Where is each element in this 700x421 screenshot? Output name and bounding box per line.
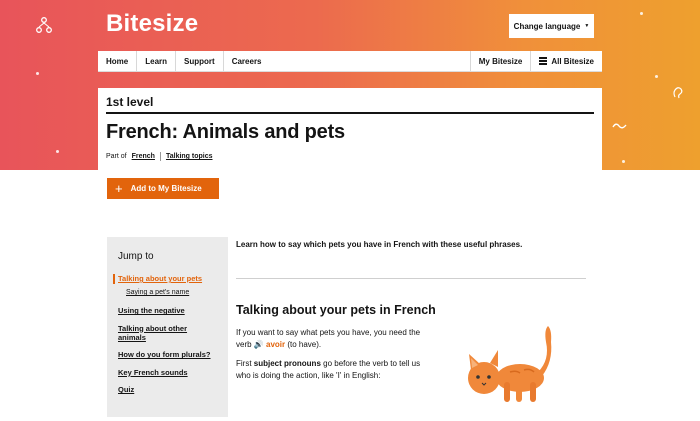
jump-link-saying-a-pets-name[interactable]: Saying a pet's name xyxy=(107,289,228,298)
guide-header: 1st level French: Animals and pets Part … xyxy=(98,88,602,170)
part-of-label: Part of xyxy=(106,153,127,160)
add-to-my-bitesize-button[interactable]: + Add to My Bitesize xyxy=(107,178,219,199)
decor-dot xyxy=(36,72,39,75)
nav-all-bitesize-label: All Bitesize xyxy=(551,56,594,66)
change-language-button[interactable]: Change language ▼ xyxy=(509,14,594,38)
breadcrumb-talking-topics-link[interactable]: Talking topics xyxy=(166,153,213,160)
add-to-my-bitesize-label: Add to My Bitesize xyxy=(130,184,202,193)
jump-link-forming-plurals[interactable]: How do you form plurals? xyxy=(107,350,228,359)
decor-dot xyxy=(622,160,625,163)
orange-cat-illustration xyxy=(468,326,552,402)
section-divider xyxy=(236,278,586,279)
menu-icon xyxy=(539,56,548,67)
decor-dot xyxy=(655,75,658,78)
nav-support[interactable]: Support xyxy=(176,51,224,71)
people-icon[interactable] xyxy=(34,16,54,36)
jump-to-panel: Jump to Talking about your pets Saying a… xyxy=(107,237,228,417)
nav-all-bitesize[interactable]: All Bitesize xyxy=(530,51,602,71)
nav-careers[interactable]: Careers xyxy=(224,51,270,71)
paragraph-subject-pronouns: First subject pronouns go before the ver… xyxy=(236,358,431,381)
subject-pronouns-term: subject pronouns xyxy=(253,359,321,369)
plus-icon: + xyxy=(115,181,123,196)
caret-down-icon: ▼ xyxy=(584,23,590,29)
article-lead: Learn how to say which pets you have in … xyxy=(236,240,523,249)
paragraph-avoir: If you want to say what pets you have, y… xyxy=(236,327,431,350)
brand-logo[interactable]: Bitesize xyxy=(106,10,198,38)
speaker-icon[interactable]: 🔊 xyxy=(254,339,264,351)
page-title: French: Animals and pets xyxy=(106,121,345,143)
level-divider xyxy=(106,112,594,114)
decor-dot xyxy=(640,12,643,15)
ear-icon xyxy=(673,87,683,99)
avoir-audio-link[interactable]: avoir xyxy=(266,340,285,349)
section-heading: Talking about your pets in French xyxy=(236,303,436,317)
nav-learn[interactable]: Learn xyxy=(137,51,177,71)
squiggle-icon xyxy=(612,123,627,129)
jump-to-title: Jump to xyxy=(118,251,154,262)
breadcrumb: Part of French Talking topics xyxy=(106,152,213,161)
level-label: 1st level xyxy=(106,95,154,109)
nav-home[interactable]: Home xyxy=(98,51,138,71)
breadcrumb-separator xyxy=(159,152,161,161)
breadcrumb-french-link[interactable]: French xyxy=(132,153,155,160)
decor-dot xyxy=(56,150,59,153)
paragraph-text: (to have). xyxy=(285,339,322,349)
jump-link-talking-about-other-animals[interactable]: Talking about other animals xyxy=(107,324,197,343)
jump-link-using-the-negative[interactable]: Using the negative xyxy=(107,306,228,315)
main-nav: Home Learn Support Careers My Bitesize A… xyxy=(98,51,602,72)
jump-link-key-french-sounds[interactable]: Key French sounds xyxy=(107,368,228,377)
paragraph-text: First xyxy=(236,359,254,369)
jump-link-quiz[interactable]: Quiz xyxy=(107,385,228,394)
jump-link-talking-about-your-pets[interactable]: Talking about your pets xyxy=(107,274,228,285)
jump-to-list: Talking about your pets Saying a pet's n… xyxy=(107,274,228,402)
change-language-label: Change language xyxy=(513,21,581,31)
nav-my-bitesize[interactable]: My Bitesize xyxy=(469,51,531,71)
